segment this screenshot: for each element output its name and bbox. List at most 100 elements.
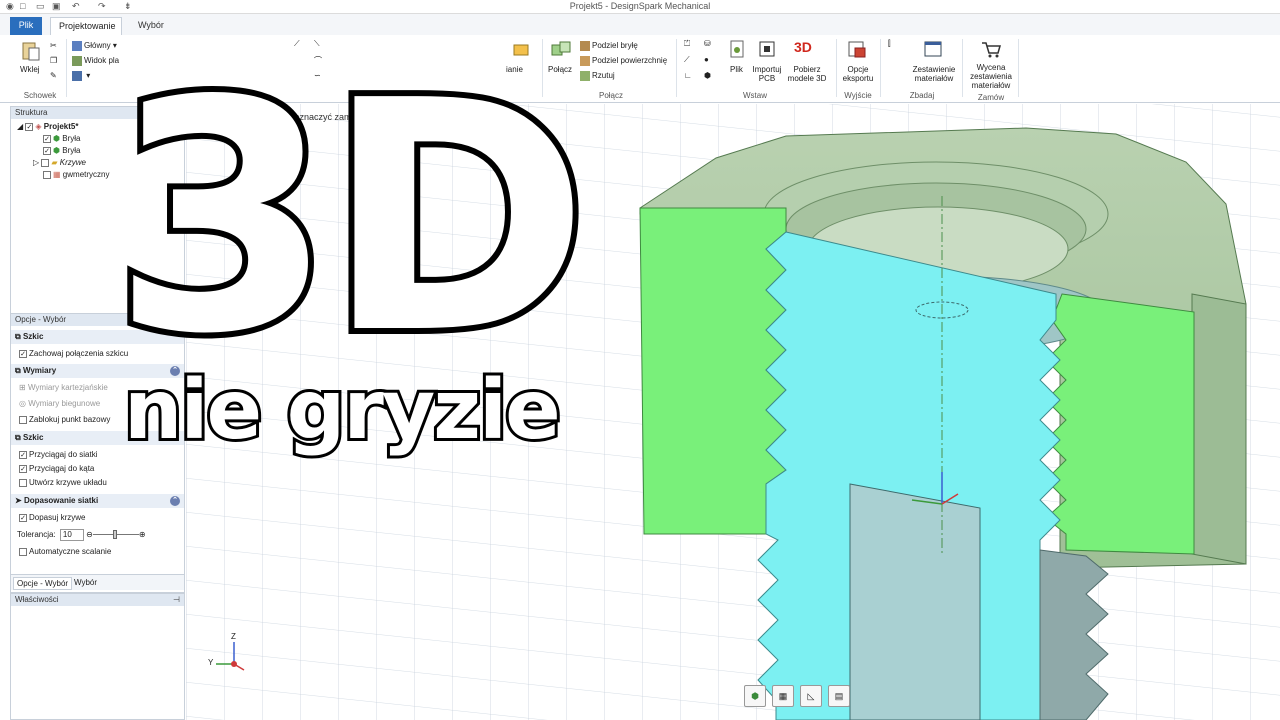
fill-icon <box>513 44 529 56</box>
section-dimensions[interactable]: ⧉ Wymiary ⌃ <box>11 364 184 378</box>
polar-icon: ◎ <box>19 399 26 408</box>
sketch-tool-icon[interactable]: ⟋ <box>294 39 300 49</box>
grid-icon: ▦ <box>778 691 788 701</box>
tree-item-body-2[interactable]: ✓ ⬢ Bryła <box>43 146 80 155</box>
checkbox[interactable]: ✓ <box>19 513 27 522</box>
checkbox[interactable] <box>19 415 27 424</box>
tab-options-select[interactable]: Opcje - Wybór <box>13 577 73 590</box>
sphere-icon[interactable]: ● <box>704 55 709 64</box>
checkbox[interactable]: ✓ <box>43 146 51 155</box>
tolerance-slider[interactable] <box>92 530 139 540</box>
keep-sketch-option[interactable]: ✓ Zachowaj połączenia szkicu <box>19 349 128 358</box>
project-icon: ◈ <box>35 122 42 131</box>
checkbox[interactable] <box>19 547 27 556</box>
project-label: Rzutuj <box>592 71 615 81</box>
view-plane-button[interactable]: ◺ <box>800 685 822 707</box>
project-icon <box>580 71 590 81</box>
collapsed-icon[interactable]: ▷ <box>33 158 39 167</box>
copy-icon[interactable]: ❐ <box>50 56 57 65</box>
view-layout-button[interactable]: ▤ <box>828 685 850 707</box>
pin-icon[interactable]: ⊣ <box>173 595 180 604</box>
combine-icon <box>551 41 571 56</box>
polar-dims-option[interactable]: ◎ Wymiary biegunowe <box>19 399 100 408</box>
home-view-button[interactable]: Główny ▾ <box>72 41 117 51</box>
checkbox[interactable]: ✓ <box>19 450 27 459</box>
tab-design[interactable]: Projektowanie <box>50 17 122 35</box>
slider-thumb[interactable] <box>112 530 117 540</box>
checkbox[interactable] <box>43 170 51 179</box>
options-panel: Opcje - Wybór ⧉ Szkic ✓ Zachowaj połączen… <box>10 313 185 593</box>
display-style-button[interactable]: ▾ <box>72 71 90 81</box>
tab-file[interactable]: Plik <box>10 17 42 35</box>
sketch-icon: ⧉ <box>15 332 21 341</box>
minus-icon[interactable]: ⊖ <box>86 530 93 539</box>
export-options-button[interactable]: Opcje eksportu <box>840 65 876 83</box>
body-icon: ⬢ <box>53 134 60 143</box>
section-snap[interactable]: ⧉ Szkic <box>11 431 184 445</box>
split-face-button[interactable]: Podziel powierzchnię <box>580 56 667 66</box>
project-button[interactable]: Rzutuj <box>580 71 615 81</box>
plane-icon[interactable]: ⏍ <box>684 39 690 49</box>
combine-button[interactable]: Połącz <box>548 65 572 74</box>
view-grid-button[interactable]: ▦ <box>772 685 794 707</box>
component-icon[interactable]: ⬢ <box>704 71 711 80</box>
split-body-button[interactable]: Podziel bryłę <box>580 41 638 51</box>
tree-item-label: Bryła <box>62 146 81 155</box>
collapse-icon[interactable]: ⌃ <box>170 496 180 506</box>
create-layout-option[interactable]: Utwórz krzywe układu <box>19 478 107 487</box>
checkbox[interactable] <box>19 478 27 487</box>
paste-button[interactable]: Wklej <box>20 65 40 74</box>
status-hint: kliknij dwukrotnie, aby zaznaczyć zamkni… <box>200 112 532 122</box>
origin-icon[interactable]: ∟ <box>684 71 692 80</box>
design-viewport[interactable]: kliknij dwukrotnie, aby zaznaczyć zamkni… <box>186 104 1280 720</box>
file-icon <box>730 40 744 58</box>
cylinder-icon[interactable]: ⛁ <box>704 39 711 48</box>
format-painter-icon[interactable]: ✎ <box>50 71 57 80</box>
expand-icon[interactable]: ◢ <box>17 122 23 131</box>
cartesian-dims-option[interactable]: ⊞ Wymiary kartezjańskie <box>19 383 108 392</box>
view-home-button[interactable]: ⬢ <box>744 685 766 707</box>
cut-icon[interactable]: ✂ <box>50 41 57 50</box>
tree-item-geometry[interactable]: ▦ gwmetryczny <box>43 170 109 179</box>
cart-icon <box>982 42 1001 58</box>
lock-base-option[interactable]: Zablokuj punkt bazowy <box>19 415 110 424</box>
split-body-icon <box>580 41 590 51</box>
tab-selection[interactable]: Wybór <box>130 17 172 35</box>
cube-icon: ⬢ <box>751 691 759 701</box>
quote-bom-button[interactable]: Wycena zestawienia materiałów <box>966 63 1016 90</box>
get-3d-icon: 3D <box>794 39 812 55</box>
bom-button[interactable]: Zestawienie materiałów <box>908 65 960 83</box>
ribbon-separator <box>836 39 837 97</box>
get-3d-models-button[interactable]: Pobierz modele 3D <box>786 65 828 83</box>
axis-icon[interactable]: ⟋ <box>684 55 690 65</box>
tree-item-body-1[interactable]: ✓ ⬢ Bryła <box>43 134 80 143</box>
ribbon-separator <box>880 39 881 97</box>
tree-item-label: Krzywe <box>59 158 87 167</box>
plus-icon[interactable]: ⊕ <box>139 530 146 539</box>
tolerance-input[interactable]: 10 <box>59 529 84 541</box>
checkbox[interactable] <box>41 158 50 167</box>
snap-grid-option[interactable]: ✓ Przyciągaj do siatki <box>19 450 97 459</box>
tree-item-curves[interactable]: ▷ ▰ Krzywe <box>33 158 86 167</box>
tree-root[interactable]: ◢ ✓ ◈ Projekt5* <box>17 122 78 131</box>
import-pcb-button[interactable]: Importuj PCB <box>752 65 782 83</box>
section-sketch[interactable]: ⧉ Szkic <box>11 330 184 344</box>
line-tool-icon[interactable]: ⟍ <box>314 39 320 49</box>
curve-tool-icon[interactable]: ∽ <box>314 71 321 80</box>
collapse-icon[interactable]: ⌃ <box>170 366 180 376</box>
checkbox[interactable]: ✓ <box>19 464 27 473</box>
section-fit[interactable]: ➤ Dopasowanie siatki ⌃ <box>11 494 184 508</box>
snap-angle-option[interactable]: ✓ Przyciągaj do kąta <box>19 464 94 473</box>
group-insert: Wstaw <box>743 91 767 100</box>
checkbox[interactable]: ✓ <box>43 134 51 143</box>
tab-select[interactable]: Wybór <box>71 577 100 588</box>
auto-merge-option[interactable]: Automatyczne scalanie <box>19 547 111 556</box>
plane-icon: ◺ <box>807 691 815 701</box>
checkbox[interactable]: ✓ <box>25 122 34 131</box>
fit-curves-option[interactable]: ✓ Dopasuj krzywe <box>19 513 85 522</box>
insert-file-button[interactable]: Plik <box>730 65 743 74</box>
measure-icon[interactable]: ⫿ <box>888 39 891 49</box>
arc-tool-icon[interactable]: ⌒ <box>314 55 322 66</box>
checkbox[interactable]: ✓ <box>19 349 27 358</box>
plan-view-button[interactable]: Widok pla <box>72 56 119 66</box>
